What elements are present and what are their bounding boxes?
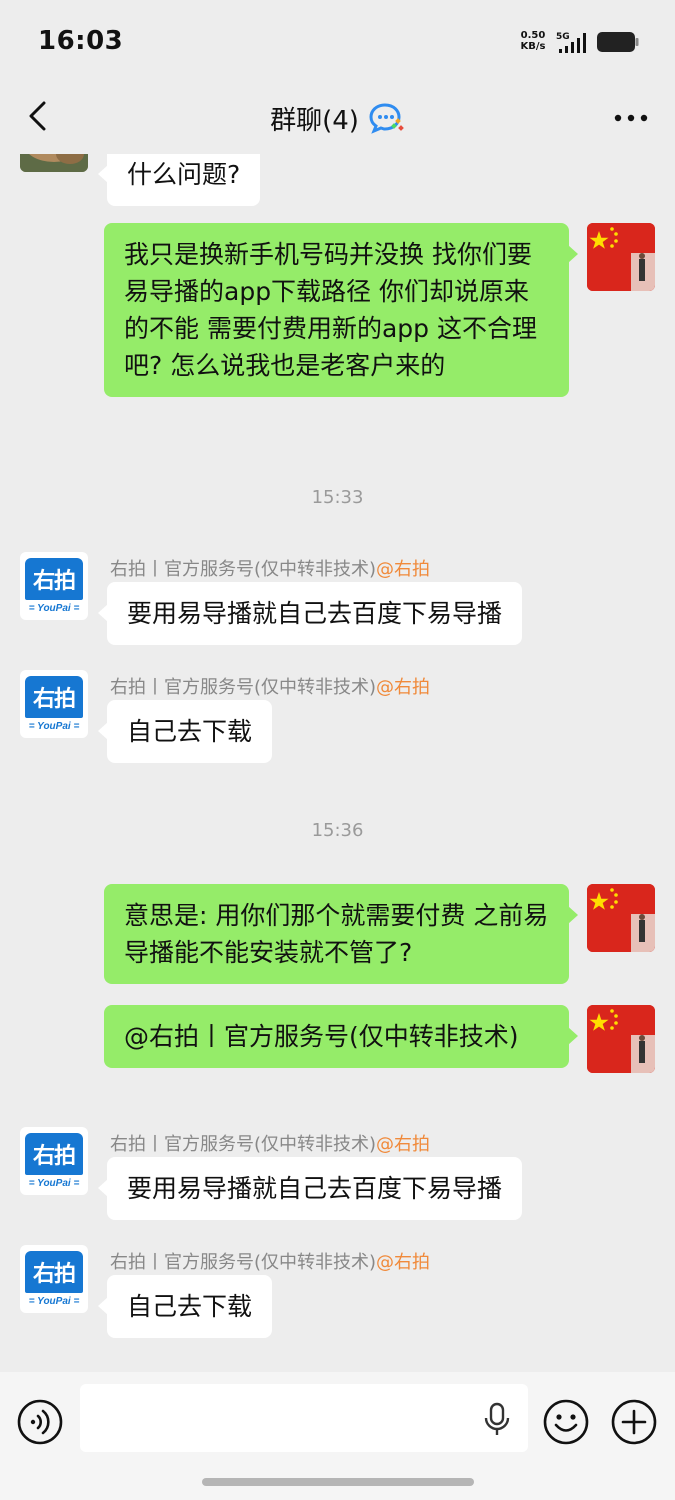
network-speed-unit: KB/s — [520, 41, 546, 52]
emoji-icon — [543, 1399, 589, 1445]
chat-bubble-icon — [369, 103, 404, 134]
message-bubble[interactable]: @右拍丨官方服务号(仅中转非技术) — [104, 1005, 578, 1068]
message-text: @右拍丨官方服务号(仅中转非技术) — [124, 1022, 519, 1051]
signal-icon: 5G — [556, 32, 586, 53]
voice-button[interactable] — [16, 1398, 64, 1446]
network-speed: 0.50 KB/s — [518, 30, 548, 52]
message-bubble[interactable]: 自己去下载 — [97, 1275, 273, 1338]
youpai-logo-caption: = YouPai = — [28, 1178, 80, 1189]
message-timestamp: 15:33 — [311, 487, 364, 508]
network-type: 5G — [556, 32, 570, 42]
message-text: 自己去下载 — [127, 717, 253, 746]
photo-avatar-icon — [20, 154, 88, 172]
flag-avatar-icon — [587, 884, 655, 952]
sender-mention: @右拍 — [376, 1134, 431, 1155]
message-bubble[interactable]: 我只是换新手机号码并没换 找你们要易导播的app下载路径 你们却说原来的不能 需… — [104, 223, 578, 397]
chat-title: 群聊(4) — [270, 105, 359, 136]
avatar[interactable] — [587, 884, 655, 952]
battery-icon — [597, 32, 639, 52]
message-bubble[interactable]: 自己去下载 — [97, 700, 273, 763]
message-bubble[interactable]: 要用易导播就自己去百度下易导播 — [97, 1157, 523, 1220]
sender-mention: @右拍 — [376, 677, 431, 698]
chat-message-list[interactable]: 什么问题? 我只是换新手机号码并没换 找你们要易导播的app下载路径 你们却说原… — [0, 154, 675, 1372]
message-text: 要用易导播就自己去百度下易导播 — [127, 599, 503, 628]
avatar[interactable]: 右拍 = YouPai = — [20, 552, 88, 620]
youpai-logo-text: 右拍 — [25, 558, 83, 600]
sender-name: 右拍丨官方服务号(仅中转非技术)@右拍 — [110, 677, 431, 698]
message-bubble[interactable]: 什么问题? — [97, 154, 261, 206]
message-text: 自己去下载 — [127, 1292, 253, 1321]
youpai-logo-caption: = YouPai = — [28, 1296, 80, 1307]
youpai-logo-text: 右拍 — [25, 676, 83, 718]
message-input[interactable] — [80, 1384, 528, 1452]
message-timestamp: 15:36 — [311, 820, 364, 841]
plus-button[interactable] — [610, 1398, 658, 1446]
avatar[interactable] — [587, 223, 655, 291]
sender-mention: @右拍 — [376, 559, 431, 580]
chat-title-wrap: 群聊(4) — [0, 98, 675, 138]
message-text: 意思是: 用你们那个就需要付费 之前易导播能不能安装就不管了? — [124, 901, 549, 967]
flag-avatar-icon — [587, 223, 655, 291]
avatar[interactable] — [20, 154, 88, 172]
flag-avatar-icon — [587, 1005, 655, 1073]
more-dots-icon — [614, 114, 648, 122]
sender-name: 右拍丨官方服务号(仅中转非技术)@右拍 — [110, 559, 431, 580]
youpai-logo-text: 右拍 — [25, 1133, 83, 1175]
youpai-logo-caption: = YouPai = — [28, 603, 80, 614]
avatar[interactable]: 右拍 = YouPai = — [20, 670, 88, 738]
sender-mention: @右拍 — [376, 1252, 431, 1273]
avatar[interactable]: 右拍 = YouPai = — [20, 1127, 88, 1195]
message-text: 要用易导播就自己去百度下易导播 — [127, 1174, 503, 1203]
more-button[interactable] — [611, 98, 651, 138]
message-text: 我只是换新手机号码并没换 找你们要易导播的app下载路径 你们却说原来的不能 需… — [124, 240, 537, 380]
plus-icon — [611, 1399, 657, 1445]
status-time: 16:03 — [38, 26, 124, 56]
message-bubble[interactable]: 要用易导播就自己去百度下易导播 — [97, 582, 523, 645]
emoji-button[interactable] — [542, 1398, 590, 1446]
youpai-logo-text: 右拍 — [25, 1251, 83, 1293]
microphone-icon[interactable] — [482, 1402, 512, 1436]
home-indicator[interactable] — [202, 1478, 474, 1486]
message-text: 什么问题? — [127, 160, 241, 189]
sender-name: 右拍丨官方服务号(仅中转非技术)@右拍 — [110, 1134, 431, 1155]
network-speed-value: 0.50 — [520, 30, 546, 41]
voice-icon — [17, 1399, 63, 1445]
nav-bar: 群聊(4) — [0, 80, 675, 154]
message-bubble[interactable]: 意思是: 用你们那个就需要付费 之前易导播能不能安装就不管了? — [104, 884, 578, 984]
youpai-logo-caption: = YouPai = — [28, 721, 80, 732]
sender-name: 右拍丨官方服务号(仅中转非技术)@右拍 — [110, 1252, 431, 1273]
avatar[interactable] — [587, 1005, 655, 1073]
avatar[interactable]: 右拍 = YouPai = — [20, 1245, 88, 1313]
status-bar: 16:03 0.50 KB/s 5G — [0, 0, 675, 80]
